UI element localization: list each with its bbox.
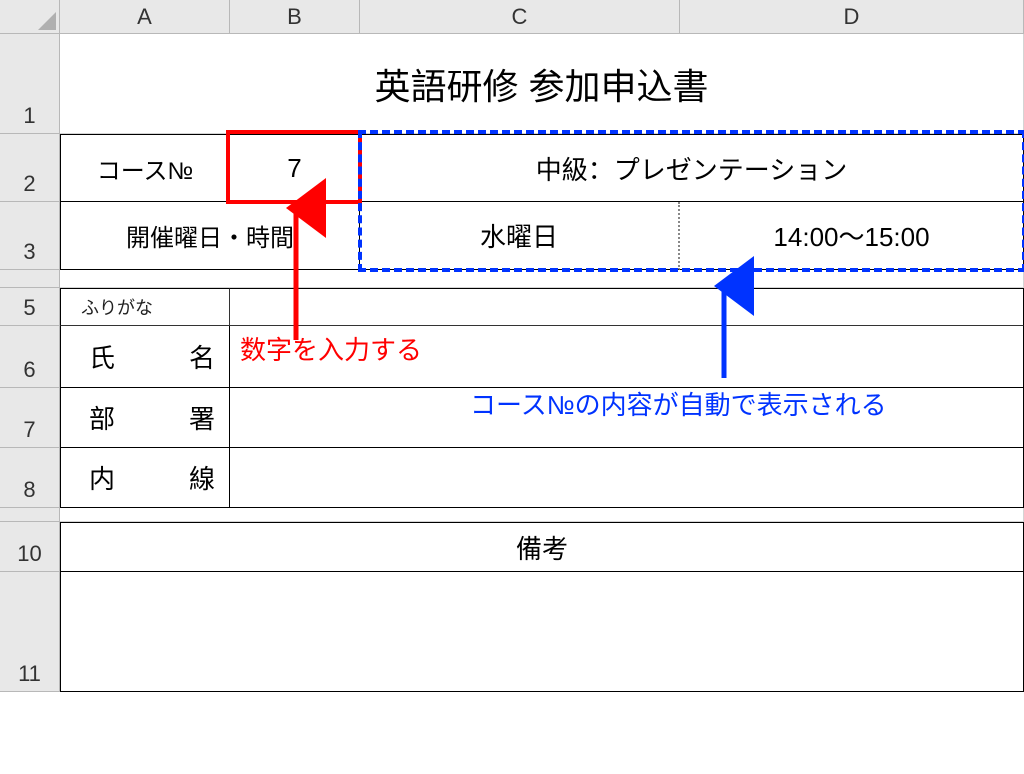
gap-cell-1 [60,270,1024,288]
row-headers: 1 2 3 5 6 7 8 10 11 [0,34,60,692]
col-header-c[interactable]: C [360,0,680,34]
name-label[interactable]: 氏 名 [60,326,230,388]
course-name[interactable]: 中級：プレゼンテーション [360,134,1024,202]
schedule-day[interactable]: 水曜日 [360,202,680,270]
col-header-a[interactable]: A [60,0,230,34]
course-no-value[interactable]: 7 [230,134,360,202]
row-header-1[interactable]: 1 [0,34,60,134]
row-header-6[interactable]: 6 [0,326,60,388]
row-header-3[interactable]: 3 [0,202,60,270]
remarks-value[interactable] [60,572,1024,692]
schedule-label[interactable]: 開催曜日・時間 [60,202,360,270]
grid-area: 英語研修 参加申込書 コース№ 7 中級：プレゼンテーション 開催曜日・時間 水… [60,34,1024,692]
row-header-10[interactable]: 10 [0,522,60,572]
gap-cell-2 [60,508,1024,522]
row-gap-1 [0,270,60,288]
title-cell[interactable]: 英語研修 参加申込書 [60,34,1024,134]
select-all-corner[interactable] [0,0,60,34]
row-header-2[interactable]: 2 [0,134,60,202]
row-header-8[interactable]: 8 [0,448,60,508]
ext-value[interactable] [230,448,1024,508]
furigana-label[interactable]: ふりがな [60,288,230,326]
row-header-7[interactable]: 7 [0,388,60,448]
dept-label[interactable]: 部 署 [60,388,230,448]
red-annotation-text: 数字を入力する [240,330,422,367]
row-header-5[interactable]: 5 [0,288,60,326]
schedule-time[interactable]: 14:00～15:00 [680,202,1024,270]
red-arrow-icon [284,200,308,350]
blue-arrow-icon [712,278,736,388]
row-gap-2 [0,508,60,522]
col-header-d[interactable]: D [680,0,1024,34]
course-no-label[interactable]: コース№ [60,134,230,202]
furigana-value[interactable] [230,288,1024,326]
remarks-label[interactable]: 備考 [60,522,1024,572]
ext-label[interactable]: 内 線 [60,448,230,508]
blue-annotation-text: コース№の内容が自動で表示される [470,385,887,422]
row-header-11[interactable]: 11 [0,572,60,692]
col-header-b[interactable]: B [230,0,360,34]
column-headers: A B C D [60,0,1024,34]
